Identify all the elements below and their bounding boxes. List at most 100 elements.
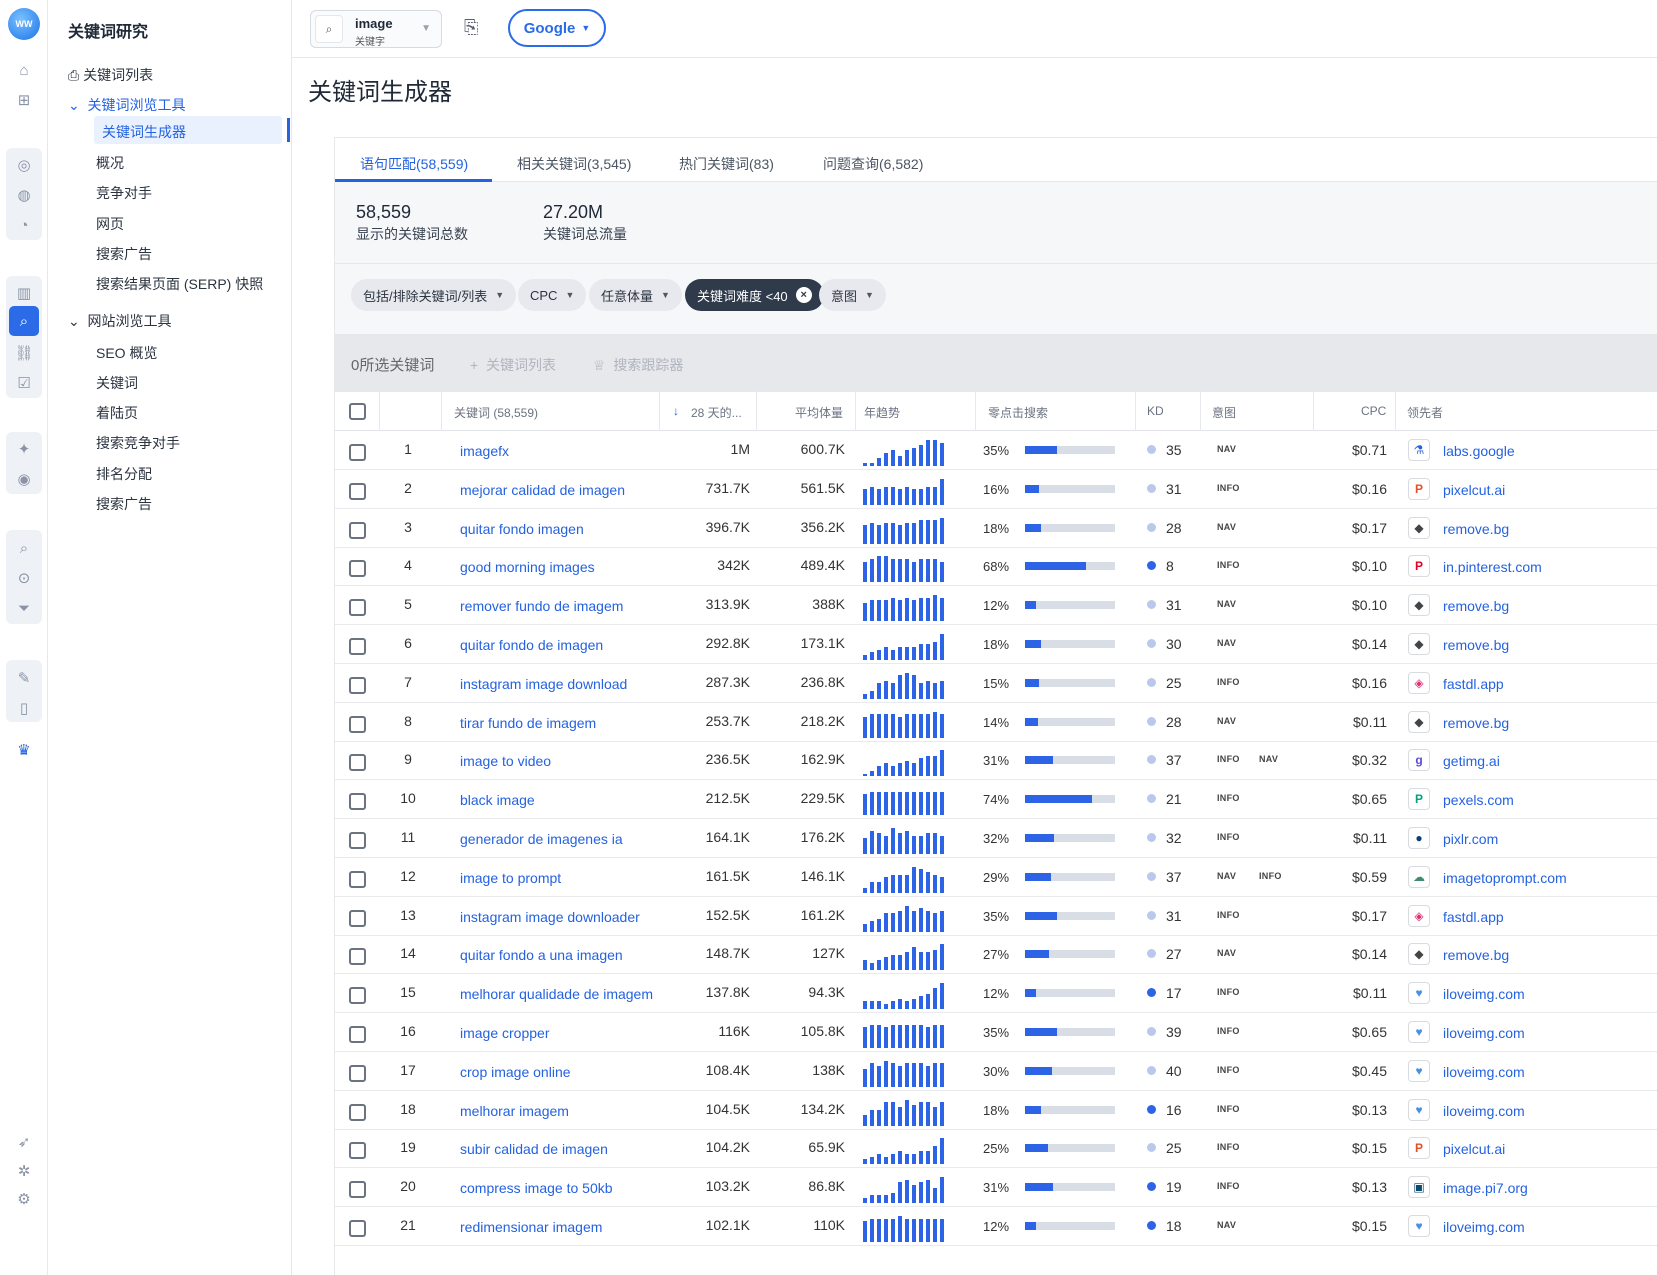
keyword-link[interactable]: imagefx [460, 443, 509, 459]
table-row[interactable]: 14 quitar fondo a una imagen 148.7K 127K 27%… [335, 935, 1657, 975]
keyword-link[interactable]: compress image to 50kb [460, 1180, 613, 1196]
nav-item-competitors[interactable]: 竞争对手 [96, 183, 152, 203]
leader-domain-link[interactable]: remove.bg [1443, 521, 1509, 537]
table-row[interactable]: 1 imagefx 1M 600.7K 35% 35 NAV $0.71 ⚗ labs.googl… [335, 431, 1657, 470]
eye-sparkle-icon[interactable]: ◉ [13, 468, 35, 490]
col-zero-click[interactable]: 零点击搜索 [988, 404, 1048, 421]
keyword-link[interactable]: quitar fondo a una imagen [460, 947, 623, 963]
settings-icon[interactable]: ⚙ [13, 1188, 35, 1210]
table-row[interactable]: 3 quitar fondo imagen 396.7K 356.2K 18% 28 NAV… [335, 509, 1657, 548]
engine-select[interactable]: Google ▼ [508, 9, 606, 47]
leader-domain-link[interactable]: iloveimg.com [1443, 1219, 1525, 1235]
apps-icon[interactable]: ⊞ [13, 89, 35, 111]
row-checkbox[interactable] [349, 715, 366, 733]
tab-related[interactable]: 相关关键词(3,545) [517, 154, 631, 174]
row-checkbox[interactable] [349, 1220, 366, 1237]
tab-trending[interactable]: 热门关键词(83) [679, 154, 774, 174]
keyword-link[interactable]: remover fundo de imagem [460, 598, 623, 614]
keyword-link[interactable]: tirar fundo de imagem [460, 715, 596, 731]
home-icon[interactable]: ⌂ [13, 59, 35, 81]
leader-domain-link[interactable]: remove.bg [1443, 637, 1509, 653]
col-trend[interactable]: 年趋势 [864, 404, 900, 421]
row-checkbox[interactable] [349, 482, 366, 500]
nav-keyword-explorer[interactable]: ⌄ 关键词浏览工具 [68, 95, 186, 115]
nav-item-serp-snapshot[interactable]: 搜索结果页面 (SERP) 快照 [96, 274, 263, 294]
table-row[interactable]: 8 tirar fundo de imagem 253.7K 218.2K 14% 28 N… [335, 703, 1657, 742]
col-kd[interactable]: KD [1147, 404, 1164, 418]
nav-site-explorer[interactable]: ⌄ 网站浏览工具 [68, 311, 172, 331]
leader-domain-link[interactable]: remove.bg [1443, 715, 1509, 731]
table-row[interactable]: 13 instagram image downloader 152.5K 161.2K… [335, 897, 1657, 936]
row-checkbox[interactable] [349, 870, 366, 888]
keyword-link[interactable]: image to video [460, 753, 551, 769]
leader-domain-link[interactable]: image.pi7.org [1443, 1180, 1528, 1196]
row-checkbox[interactable] [349, 1181, 366, 1199]
col-volume-28d[interactable]: 28 天的... [691, 404, 742, 421]
leader-domain-link[interactable]: pexels.com [1443, 792, 1514, 808]
row-checkbox[interactable] [349, 793, 366, 811]
table-row[interactable]: 11 generador de imagenes ia 164.1K 176.2K 32… [335, 819, 1657, 858]
row-checkbox[interactable] [349, 560, 366, 578]
sparkle-icon[interactable]: ✦ [13, 438, 35, 460]
nav-item-search-competitors[interactable]: 搜索竞争对手 [96, 433, 180, 453]
nav-item-keywords[interactable]: 关键词 [96, 373, 138, 393]
keyword-link[interactable]: mejorar calidad de imagen [460, 482, 625, 498]
col-avg-volume[interactable]: 平均体量 [795, 404, 843, 421]
search-target-icon[interactable]: ⊙ [13, 567, 35, 589]
globe-icon[interactable]: ◎ [13, 154, 35, 176]
select-all-checkbox[interactable] [349, 403, 366, 420]
keyword-search-select[interactable]: ⌕ image 关键字 ▼ [310, 10, 442, 48]
leader-domain-link[interactable]: pixelcut.ai [1443, 482, 1505, 498]
phone-icon[interactable]: ▯ [13, 697, 35, 719]
row-checkbox[interactable] [349, 521, 366, 539]
row-checkbox[interactable] [349, 1064, 366, 1082]
keyword-link[interactable]: image cropper [460, 1025, 550, 1041]
add-list-icon[interactable]: ⎘ [464, 17, 478, 38]
table-row[interactable]: 4 good morning images 342K 489.4K 68% 8 INFO $0… [335, 547, 1657, 587]
leader-domain-link[interactable]: iloveimg.com [1443, 1025, 1525, 1041]
pie-icon[interactable]: ◔ [13, 214, 35, 236]
table-row[interactable]: 9 image to video 236.5K 162.9K 31% 37 INFO NAV $… [335, 741, 1657, 781]
leader-domain-link[interactable]: getimg.ai [1443, 753, 1500, 769]
crown-icon[interactable]: ♛ [13, 739, 35, 761]
bar-chart-icon[interactable]: ▥ [13, 282, 35, 304]
table-row[interactable]: 21 redimensionar imagem 102.1K 110K 12% 18 NAV… [335, 1207, 1657, 1246]
doc-check-icon[interactable]: ✎ [13, 667, 35, 689]
rocket-icon[interactable]: ➶ [13, 1131, 35, 1153]
table-row[interactable]: 18 melhorar imagem 104.5K 134.2K 18% 16 INFO $0… [335, 1091, 1657, 1130]
row-checkbox[interactable] [349, 832, 366, 849]
col-cpc[interactable]: CPC [1361, 404, 1386, 418]
search-zoom-icon[interactable]: ⌕ [13, 537, 35, 559]
leader-domain-link[interactable]: pixelcut.ai [1443, 1141, 1505, 1157]
table-row[interactable]: 17 crop image online 108.4K 138K 30% 40 INFO $0… [335, 1052, 1657, 1091]
nav-item-search-ads[interactable]: 搜索广告 [96, 244, 152, 264]
sort-desc-icon[interactable]: ↓ [673, 404, 679, 418]
nav-item-overview[interactable]: 概况 [96, 153, 124, 173]
nav-item-seo-overview[interactable]: SEO 概览 [96, 343, 157, 363]
add-to-tracker-button[interactable]: ♕ 搜索跟踪器 [593, 355, 683, 375]
leader-domain-link[interactable]: iloveimg.com [1443, 986, 1525, 1002]
leader-domain-link[interactable]: labs.google [1443, 443, 1515, 459]
leader-domain-link[interactable]: fastdl.app [1443, 676, 1504, 692]
col-intent[interactable]: 意图 [1212, 404, 1236, 421]
filter-intent[interactable]: 意图 ▼ [819, 279, 886, 311]
leader-domain-link[interactable]: iloveimg.com [1443, 1103, 1525, 1119]
leader-domain-link[interactable]: iloveimg.com [1443, 1064, 1525, 1080]
keyword-link[interactable]: instagram image downloader [460, 909, 640, 925]
check-list-icon[interactable]: ☑ [13, 372, 35, 394]
tab-phrase-match[interactable]: 语句匹配(58,559) [360, 154, 468, 174]
table-row[interactable]: 16 image cropper 116K 105.8K 35% 39 INFO $0.65 ♥… [335, 1013, 1657, 1052]
table-row[interactable]: 19 subir calidad de imagen 104.2K 65.9K 25% 2… [335, 1129, 1657, 1169]
filter-include-exclude[interactable]: 包括/排除关键词/列表 ▼ [351, 279, 517, 311]
row-checkbox[interactable] [349, 987, 366, 1005]
keyword-link[interactable]: generador de imagenes ia [460, 831, 623, 847]
filter-cpc[interactable]: CPC ▼ [518, 279, 587, 311]
table-row[interactable]: 6 quitar fondo de imagen 292.8K 173.1K 18% 30… [335, 625, 1657, 664]
globe-2-icon[interactable]: ◍ [13, 184, 35, 206]
filter-kd-active[interactable]: 关键词难度 <40 × [685, 279, 824, 311]
filter-volume[interactable]: 任意体量 ▼ [589, 279, 682, 311]
leader-domain-link[interactable]: in.pinterest.com [1443, 559, 1542, 575]
nav-item-keyword-generator[interactable]: 关键词生成器 [94, 116, 290, 144]
nav-item-webpages[interactable]: 网页 [96, 214, 124, 234]
table-row[interactable]: 20 compress image to 50kb 103.2K 86.8K 31% 19… [335, 1168, 1657, 1208]
